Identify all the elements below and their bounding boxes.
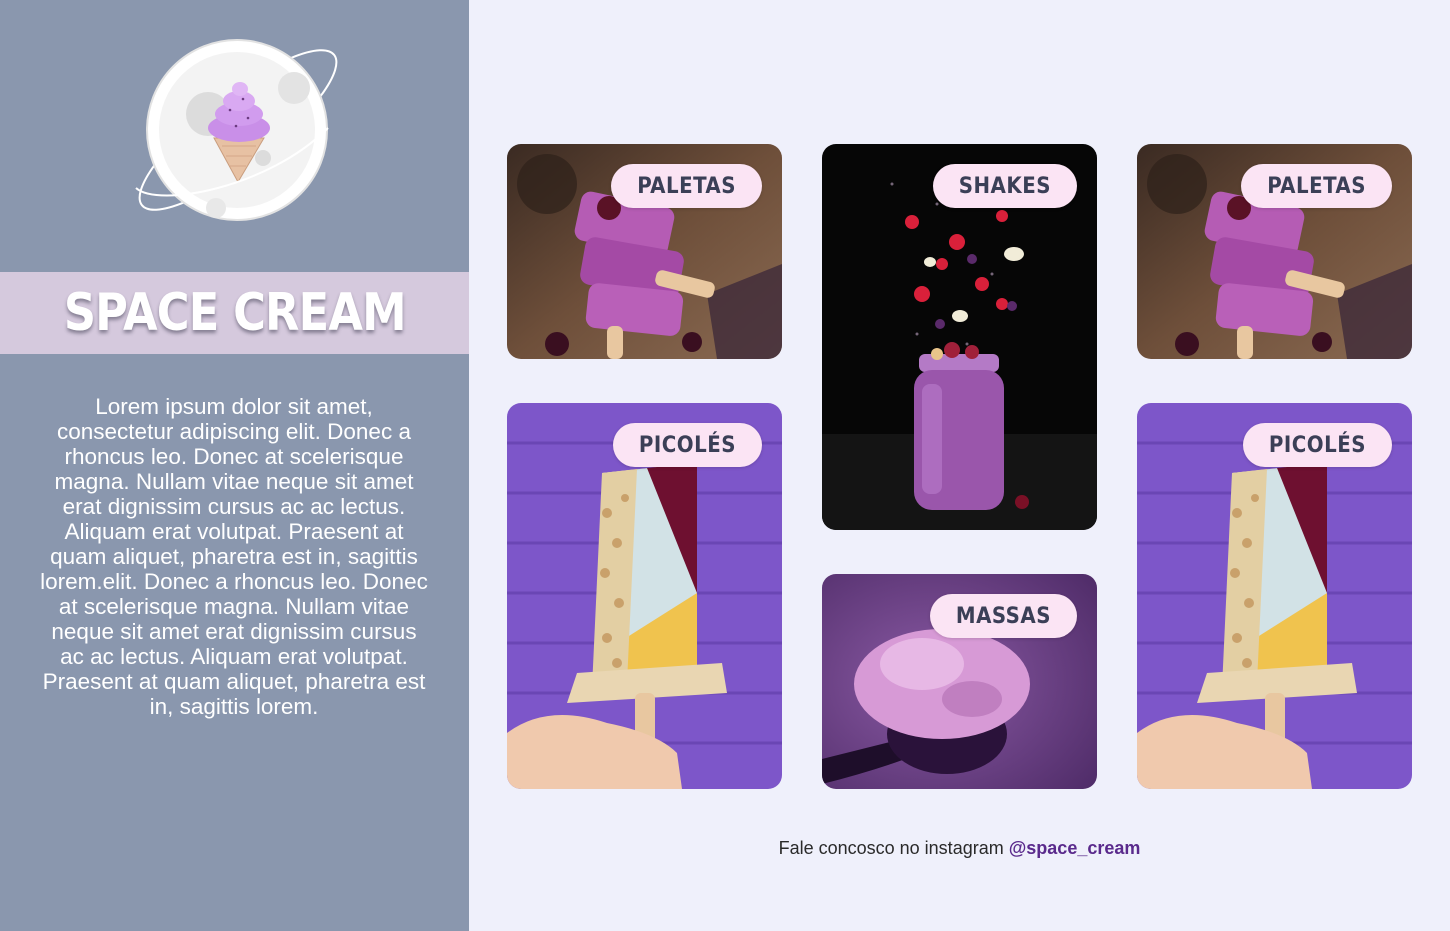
category-label: SHAKES [932, 164, 1077, 208]
title-band: SPACE CREAM [0, 272, 469, 354]
category-card-picoles[interactable]: PICOLÉS [1137, 403, 1412, 789]
category-card-shakes[interactable]: SHAKES [822, 144, 1097, 530]
category-label: MASSAS [929, 594, 1077, 638]
category-label: PALETAS [611, 164, 762, 208]
sidebar: SPACE CREAM Lorem ipsum dolor sit amet, … [0, 0, 469, 931]
category-card-paletas[interactable]: PALETAS [1137, 144, 1412, 359]
site-title: SPACE CREAM [63, 283, 407, 343]
instagram-link[interactable]: @space_cream [1009, 838, 1141, 858]
about-text: Lorem ipsum dolor sit amet, consectetur … [40, 394, 428, 719]
category-card-picoles[interactable]: PICOLÉS [507, 403, 782, 789]
planet-ice-cream-logo-icon [135, 39, 338, 221]
category-label: PICOLÉS [612, 423, 762, 467]
category-card-paletas[interactable]: PALETAS [507, 144, 782, 359]
category-card-massas[interactable]: MASSAS [822, 574, 1097, 789]
category-label: PALETAS [1241, 164, 1392, 208]
category-label: PICOLÉS [1242, 423, 1392, 467]
footer: Fale concosco no instagram @space_cream [469, 838, 1450, 859]
footer-text: Fale concosco no instagram [778, 838, 1004, 858]
